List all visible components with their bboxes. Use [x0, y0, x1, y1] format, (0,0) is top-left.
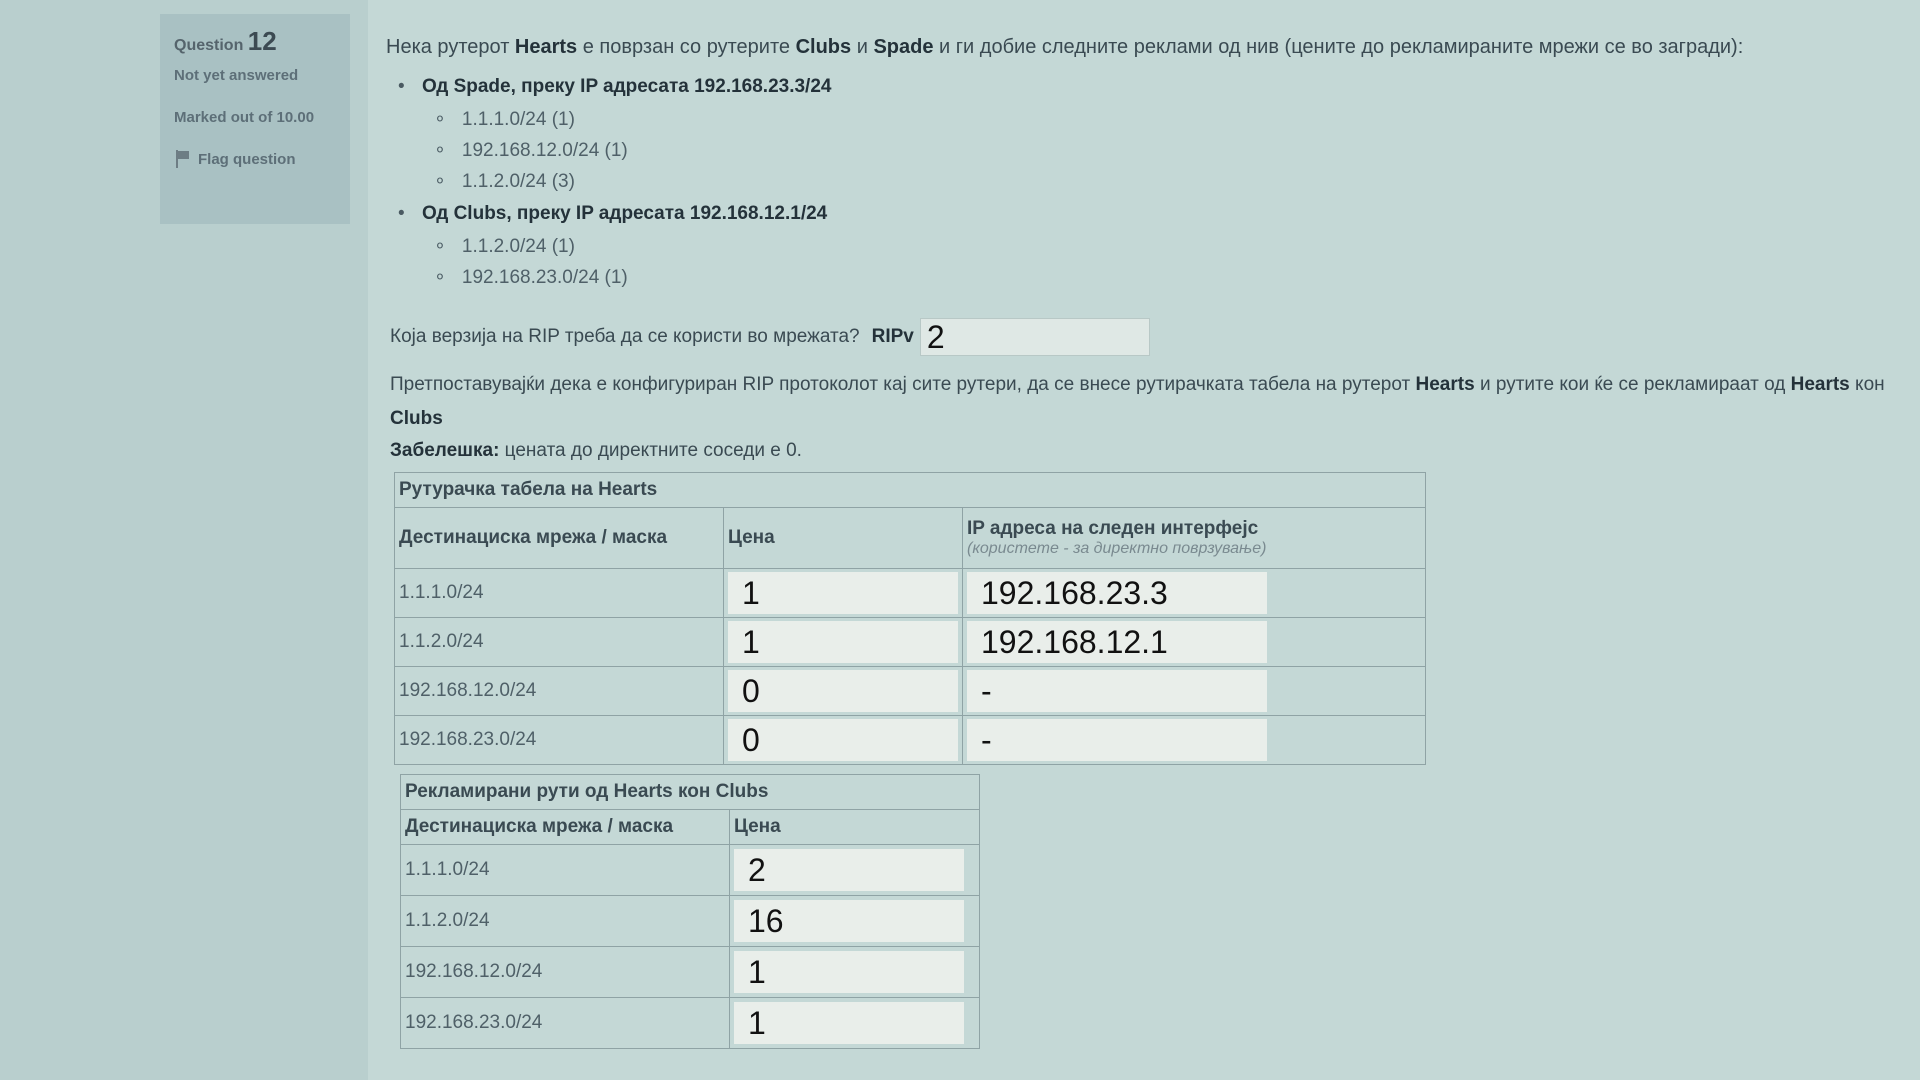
rip-version-row: Која верзија на RIP треба да се користи …: [390, 318, 1150, 356]
group-heading: Од Clubs, преку IP адресата 192.168.12.1…: [421, 203, 828, 224]
destination-cell: 1.1.1.0/24: [394, 568, 724, 618]
router-name: Hearts: [514, 36, 578, 58]
question-marks: Marked out of 10.00: [174, 109, 315, 126]
table-row: 1.1.1.0/24: [400, 844, 980, 896]
question-label: Question: [174, 37, 244, 54]
next-hop-input[interactable]: [967, 572, 1267, 614]
table-row: 192.168.12.0/24: [400, 946, 980, 998]
intro-text: и ги добие следните реклами од нив (цени…: [933, 36, 1744, 58]
col-next-hop: IP адреса на следен интерфејс (користете…: [962, 507, 1426, 569]
table-row: 192.168.23.0/24: [400, 997, 980, 1049]
flag-question-label: Flag question: [198, 150, 296, 168]
table-row: 1.1.2.0/24: [394, 617, 1426, 667]
assume-text: кон: [1849, 374, 1885, 395]
advertisement-group: Од Clubs, преку IP адресата 192.168.12.1…: [398, 203, 831, 293]
col-destination: Дестинациска мрежа / маска: [394, 507, 724, 569]
question-number-value: 12: [247, 26, 277, 56]
question-intro: Нека рутерот Hearts е поврзан со рутерит…: [386, 36, 1906, 59]
destination-cell: 1.1.2.0/24: [400, 895, 730, 947]
question-state: Not yet answered: [174, 67, 299, 84]
rip-version-input[interactable]: [919, 318, 1150, 356]
routing-table-caption: Рутурачка табела на Hearts: [394, 472, 1426, 508]
cost-input[interactable]: [728, 719, 958, 761]
destination-cell: 1.1.1.0/24: [400, 844, 730, 896]
destination-cell: 192.168.12.0/24: [400, 946, 730, 998]
note: Забелешка: цената до директните соседи е…: [390, 440, 802, 462]
question-info-panel: Question 12 Not yet answered Marked out …: [160, 14, 350, 224]
cost-input[interactable]: [734, 849, 964, 891]
advertised-routes-table: Рекламирани рути од Hearts кон Clubs Дес…: [400, 774, 980, 1049]
rip-prefix: RIPv: [871, 326, 914, 347]
router-name: Clubs: [795, 36, 852, 58]
route-list: 1.1.1.0/24 (1) 192.168.12.0/24 (1) 1.1.2…: [434, 104, 831, 197]
cost-input[interactable]: [734, 900, 964, 942]
routing-table: Рутурачка табела на Hearts Дестинациска …: [394, 472, 1426, 765]
flag-icon: [174, 150, 190, 168]
router-name: Clubs: [390, 408, 443, 429]
route-item: 1.1.2.0/24 (1): [434, 231, 831, 262]
col-next-hop-label: IP адреса на следен интерфејс: [967, 518, 1259, 539]
intro-text: е поврзан со рутерите: [577, 36, 796, 58]
col-cost: Цена: [723, 507, 963, 569]
route-item: 192.168.23.0/24 (1): [434, 262, 831, 293]
table-row: 1.1.1.0/24: [394, 568, 1426, 618]
assume-text: Претпоставувајќи дека е конфигуриран RIP…: [390, 374, 1416, 395]
advertisement-group: Од Spade, преку IP адресата 192.168.23.3…: [398, 76, 832, 197]
group-heading: Од Spade, преку IP адресата 192.168.23.3…: [421, 76, 832, 97]
intro-text: Нека рутерот: [386, 36, 515, 58]
flag-question-link[interactable]: Flag question: [174, 150, 336, 168]
advertisement-list: Од Spade, преку IP адресата 192.168.23.3…: [398, 76, 832, 299]
destination-cell: 1.1.2.0/24: [394, 617, 724, 667]
cost-input[interactable]: [734, 1002, 964, 1044]
table-row: 1.1.2.0/24: [400, 895, 980, 947]
table-row: 192.168.23.0/24: [394, 715, 1426, 765]
table-row: 192.168.12.0/24: [394, 666, 1426, 716]
router-name: Hearts: [1790, 374, 1850, 395]
note-text: цената до директните соседи е 0.: [499, 440, 802, 461]
route-item: 192.168.12.0/24 (1): [434, 135, 831, 166]
route-item: 1.1.2.0/24 (3): [434, 166, 831, 197]
destination-cell: 192.168.23.0/24: [394, 715, 724, 765]
col-destination: Дестинациска мрежа / маска: [400, 809, 730, 845]
cost-input[interactable]: [728, 670, 958, 712]
next-hop-input[interactable]: [967, 719, 1267, 761]
note-label: Забелешка:: [390, 440, 500, 461]
rip-question: Која верзија на RIP треба да се користи …: [390, 326, 860, 347]
destination-cell: 192.168.23.0/24: [400, 997, 730, 1049]
intro-text: и: [851, 36, 874, 58]
route-item: 1.1.1.0/24 (1): [434, 104, 831, 135]
question-number: Question 12: [174, 26, 336, 57]
cost-input[interactable]: [734, 951, 964, 993]
col-next-hop-hint: (користете - за директно поврзување): [967, 540, 1267, 557]
cost-input[interactable]: [728, 572, 958, 614]
cost-input[interactable]: [728, 621, 958, 663]
next-hop-input[interactable]: [967, 621, 1267, 663]
assumption-text: Претпоставувајќи дека е конфигуриран RIP…: [390, 368, 1910, 436]
assume-text: и рутите кои ќе се рекламираат од: [1474, 374, 1791, 395]
router-name: Hearts: [1415, 374, 1475, 395]
advertised-table-caption: Рекламирани рути од Hearts кон Clubs: [400, 774, 980, 810]
destination-cell: 192.168.12.0/24: [394, 666, 724, 716]
question-content: Нека рутерот Hearts е поврзан со рутерит…: [368, 0, 1920, 1080]
route-list: 1.1.2.0/24 (1) 192.168.23.0/24 (1): [434, 231, 831, 293]
router-name: Spade: [873, 36, 934, 58]
col-cost: Цена: [729, 809, 980, 845]
next-hop-input[interactable]: [967, 670, 1267, 712]
